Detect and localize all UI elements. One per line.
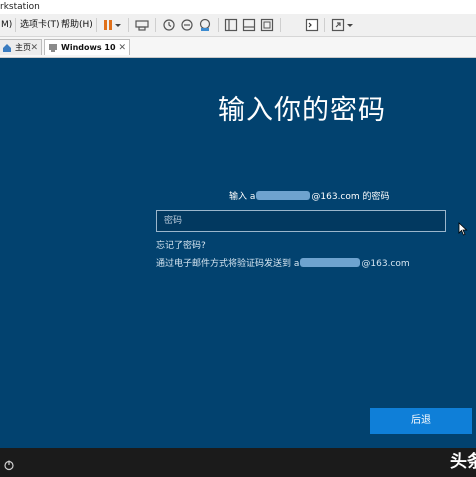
power-status-icon[interactable] (3, 456, 15, 471)
password-prompt: 输入 a @163.com 的密码 (229, 189, 390, 202)
vm-icon (48, 43, 58, 53)
toolbar-divider (128, 18, 129, 32)
snapshot-icon[interactable] (162, 18, 176, 32)
vm-display[interactable]: 输入你的密码 输入 a @163.com 的密码 忘记了密码? 通过电子邮件方式将… (0, 58, 476, 448)
home-icon (2, 43, 12, 53)
tab-bar: 主页 ✕ Windows 10 x64 ✕ (0, 37, 476, 68)
tab-home-label: 主页 (15, 43, 31, 52)
vmware-window: rkstation M) 选项卡(T) 帮助(H) 主页 ✕ Windows 1… (0, 0, 476, 477)
pause-icon[interactable] (101, 18, 115, 32)
close-icon[interactable]: ✕ (30, 40, 38, 56)
password-input[interactable] (156, 210, 446, 232)
prompt-suffix: @163.com 的密码 (311, 192, 390, 202)
forgot-password-link[interactable]: 忘记了密码? (156, 238, 206, 251)
fit-window-icon[interactable] (331, 18, 345, 32)
snapshot-manager-icon[interactable] (198, 18, 212, 32)
menu-toolbar: M) 选项卡(T) 帮助(H) (0, 14, 476, 37)
menu-item-tabs[interactable]: 选项卡(T) (19, 18, 61, 32)
window-title: rkstation (0, 2, 40, 12)
prompt-prefix: 输入 a (229, 192, 256, 202)
toolbar-divider (218, 18, 219, 32)
snapshot-revert-icon[interactable] (180, 18, 194, 32)
title-bar: rkstation (0, 0, 476, 14)
toolbar-divider (324, 18, 325, 32)
dropdown-arrow-icon[interactable] (346, 18, 354, 32)
send-keys-icon[interactable] (135, 18, 149, 32)
tab-windows10[interactable]: Windows 10 x64 ✕ (44, 39, 130, 68)
back-button[interactable]: 后退 (370, 408, 472, 434)
email-code-prefix: 通过电子邮件方式将验证码发送到 a (156, 259, 300, 269)
toolbar-divider (155, 18, 156, 32)
watermark-text: 头条 (450, 452, 476, 472)
menu-item-help[interactable]: 帮助(H) (60, 18, 94, 32)
view-fullscreen-icon[interactable] (260, 18, 274, 32)
status-bar: 头条 (0, 448, 476, 477)
mouse-cursor-icon (458, 221, 468, 236)
send-code-email-link[interactable]: 通过电子邮件方式将验证码发送到 a @163.com (156, 256, 410, 269)
menu-item-vm[interactable]: M) (0, 18, 13, 32)
toolbar-divider (15, 18, 16, 32)
page-title: 输入你的密码 (218, 95, 386, 126)
toolbar-divider (280, 18, 281, 32)
toolbar-divider (96, 18, 97, 32)
tab-home[interactable]: 主页 ✕ (0, 39, 42, 55)
redacted-email-mask (300, 258, 361, 267)
view-library-icon[interactable] (224, 18, 238, 32)
view-thumbnail-icon[interactable] (242, 18, 256, 32)
email-code-suffix: @163.com (361, 259, 410, 269)
console-icon[interactable] (305, 18, 319, 32)
redacted-email-mask (256, 191, 311, 200)
close-icon[interactable]: ✕ (118, 40, 126, 56)
dropdown-arrow-icon[interactable] (114, 18, 122, 32)
